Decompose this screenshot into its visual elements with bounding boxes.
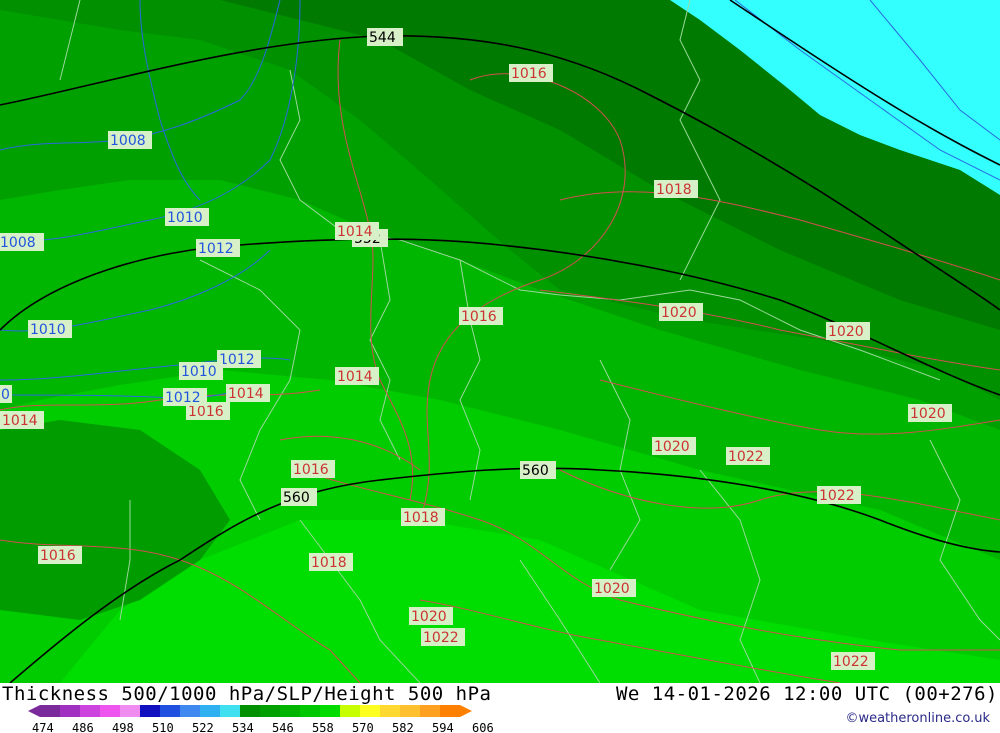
legend-arrow-right (460, 705, 472, 717)
slp-label: 1012 (219, 352, 255, 368)
slp-label: 1020 (661, 305, 697, 321)
legend-swatches (28, 705, 472, 717)
slp-label: 1022 (819, 488, 855, 504)
map-datetime: We 14-01-2026 12:00 UTC (00+276) (615, 683, 998, 705)
legend-swatch (120, 705, 140, 717)
legend-swatch (260, 705, 280, 717)
map-title: Thickness 500/1000 hPa/SLP/Height 500 hP… (2, 683, 492, 705)
legend-tick-label: 594 (432, 721, 454, 733)
slp-label: 1010 (181, 364, 217, 380)
slp-label: 1020 (411, 609, 447, 625)
legend-swatch (320, 705, 340, 717)
slp-label: 1020 (910, 406, 946, 422)
slp-label: 1022 (833, 654, 869, 670)
legend-tick-label: 558 (312, 721, 334, 733)
legend-arrow-left (28, 705, 40, 717)
slp-label: 1018 (311, 555, 347, 571)
legend-swatch (380, 705, 400, 717)
legend-swatch (160, 705, 180, 717)
slp-label: 1020 (828, 324, 864, 340)
legend-ticks: 474 486 498 510 522 534 546 558 570 582 594 606 (32, 721, 494, 733)
legend-swatch (440, 705, 460, 717)
height-label: 560 (283, 490, 310, 506)
slp-label: 1022 (423, 630, 459, 646)
legend-swatch (80, 705, 100, 717)
slp-label: 1016 (511, 66, 547, 82)
slp-label: 1014 (2, 413, 38, 429)
slp-label: 1014 (337, 224, 373, 240)
legend-swatch (100, 705, 120, 717)
height-label: 560 (522, 463, 549, 479)
weather-map: 544 552 560 560 1016 1018 1014 1016 1020… (0, 0, 1000, 683)
slp-label: 1010 (30, 322, 66, 338)
slp-label: 1016 (461, 309, 497, 325)
slp-label: 1016 (188, 404, 224, 420)
legend-tick-label: 486 (72, 721, 94, 733)
legend-tick-label: 606 (472, 721, 494, 733)
legend-swatch (200, 705, 220, 717)
legend-swatch (340, 705, 360, 717)
height-label: 544 (369, 30, 396, 46)
slp-label: 1016 (40, 548, 76, 564)
slp-label: 1022 (728, 449, 764, 465)
slp-label: 1020 (654, 439, 690, 455)
legend-swatch (140, 705, 160, 717)
legend-swatch (180, 705, 200, 717)
slp-label: 1008 (110, 133, 146, 149)
legend-tick-label: 498 (112, 721, 134, 733)
legend-tick-label: 546 (272, 721, 294, 733)
slp-label: 1012 (165, 390, 201, 406)
legend-swatch (300, 705, 320, 717)
legend-swatch (60, 705, 80, 717)
legend-swatch (360, 705, 380, 717)
legend-swatch (220, 705, 240, 717)
footer: Thickness 500/1000 hPa/SLP/Height 500 hP… (0, 683, 1000, 733)
slp-label: 1016 (293, 462, 329, 478)
slp-label: 1008 (0, 235, 36, 251)
slp-label: 1010 (167, 210, 203, 226)
credit-text: ©weatheronline.co.uk (845, 711, 990, 726)
slp-label: 1012 (198, 241, 234, 257)
slp-label: 1014 (228, 386, 264, 402)
legend-tick-label: 474 (32, 721, 54, 733)
legend-swatch (400, 705, 420, 717)
slp-label: 1018 (656, 182, 692, 198)
legend-tick-label: 522 (192, 721, 214, 733)
slp-label: 1020 (594, 581, 630, 597)
legend-tick-label: 534 (232, 721, 254, 733)
legend-tick-label: 582 (392, 721, 414, 733)
legend-swatch (240, 705, 260, 717)
legend-swatch (280, 705, 300, 717)
color-legend: 474 486 498 510 522 534 546 558 570 582 594 606 (28, 705, 494, 733)
slp-label: 1014 (337, 369, 373, 385)
legend-tick-label: 510 (152, 721, 174, 733)
legend-swatch (40, 705, 60, 717)
slp-label: 0 (1, 387, 10, 403)
legend-tick-label: 570 (352, 721, 374, 733)
legend-swatch (420, 705, 440, 717)
slp-label: 1018 (403, 510, 439, 526)
